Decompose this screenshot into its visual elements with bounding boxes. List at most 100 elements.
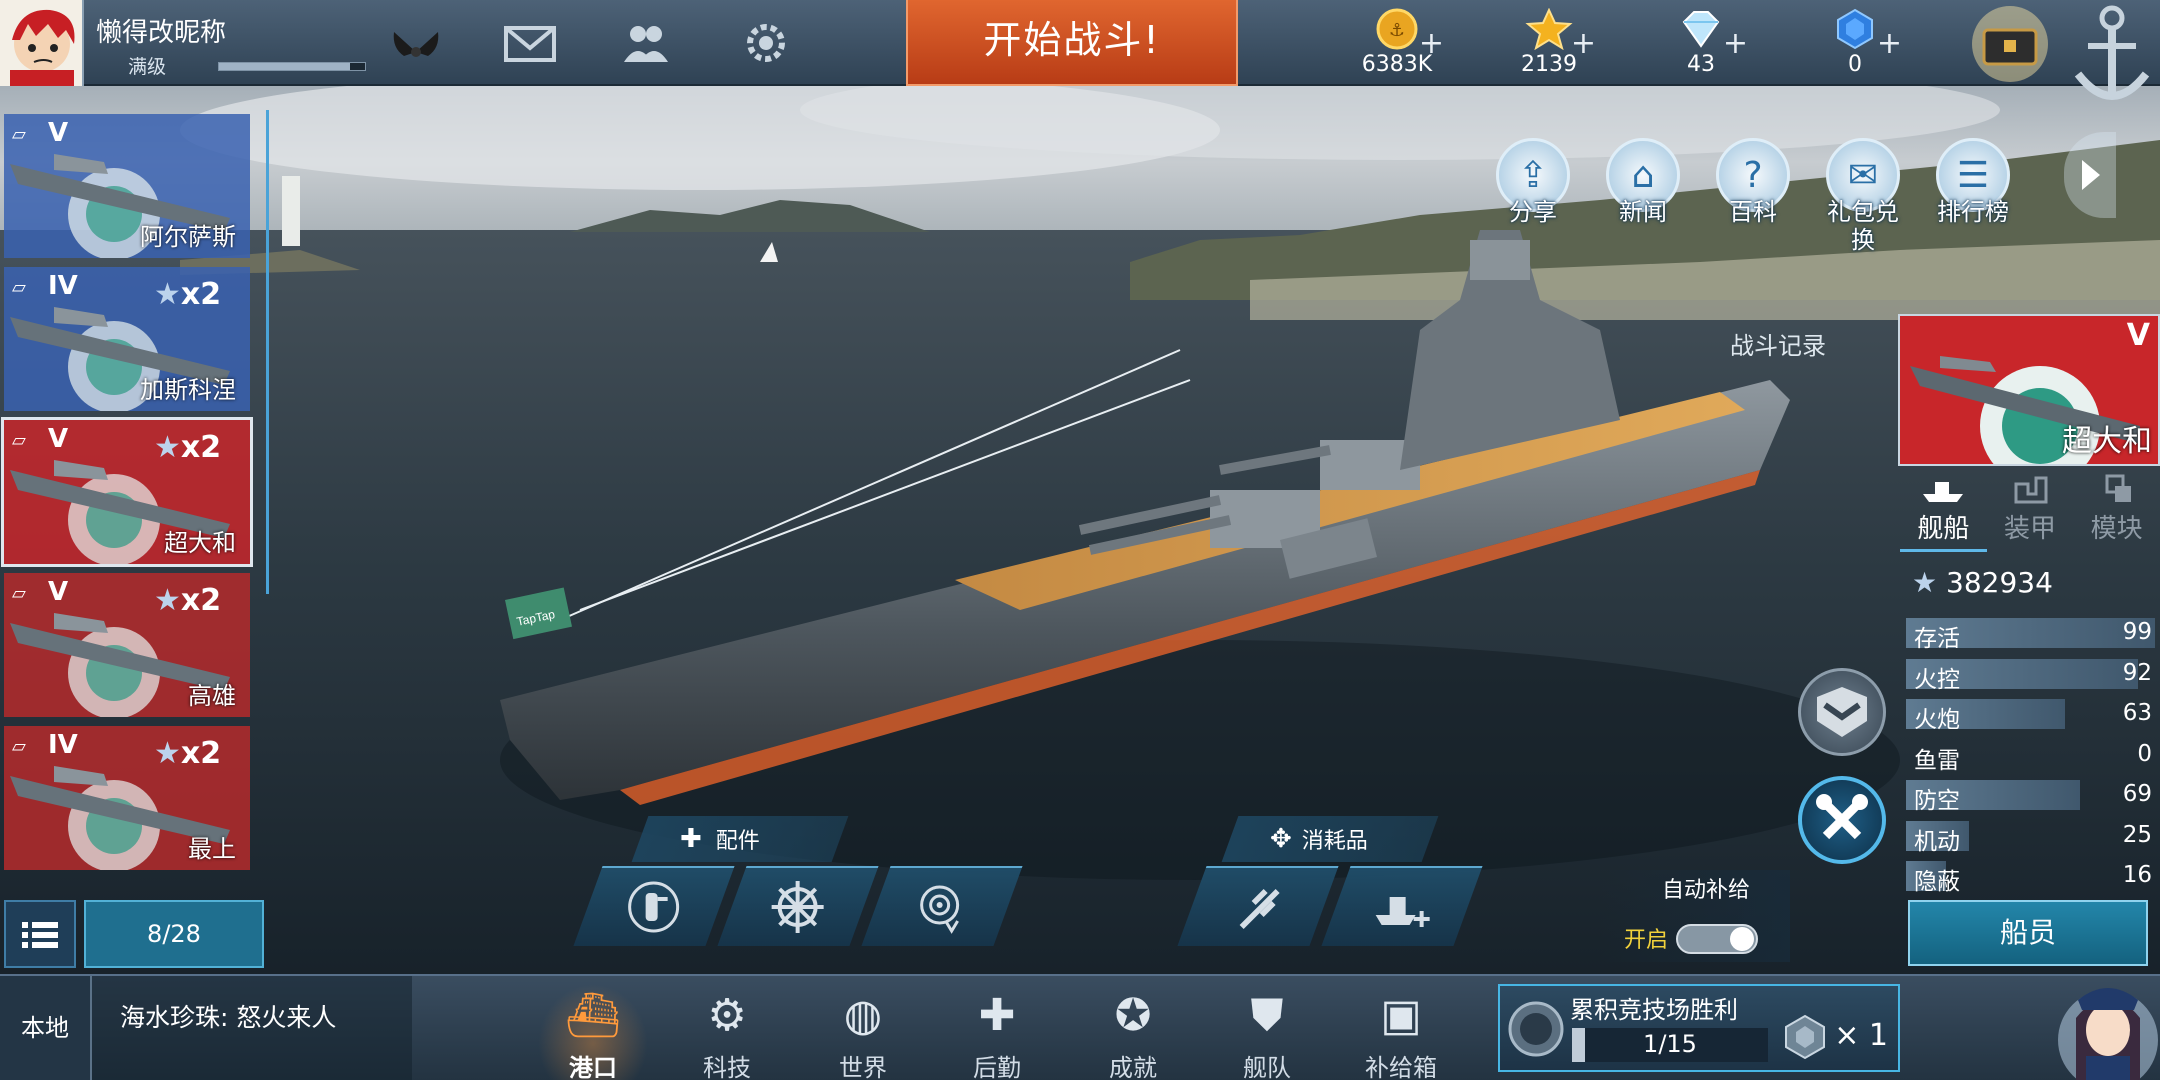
settings-gear-icon[interactable] bbox=[736, 18, 796, 68]
part-slot-3[interactable] bbox=[861, 866, 1023, 946]
top-bar: 懒得改昵称 满级 开始战斗! ⚓ 6383K + 2139 + 43 + 0 + bbox=[0, 0, 2160, 100]
friends-icon[interactable] bbox=[616, 18, 676, 68]
toggle-knob bbox=[1730, 927, 1754, 951]
part-slot-2[interactable] bbox=[717, 866, 879, 946]
ship-card-name: 高雄 bbox=[188, 682, 236, 710]
player-avatar[interactable] bbox=[0, 0, 84, 86]
chevron-rank-icon bbox=[1817, 687, 1867, 737]
ship-card-tier: IV bbox=[48, 730, 78, 760]
add-gem-icon[interactable]: + bbox=[1877, 26, 1902, 61]
target-scope-icon bbox=[920, 885, 960, 934]
nav-supply-box[interactable]: ▣ 补给箱 bbox=[1346, 984, 1456, 1080]
stat-label: 存活 bbox=[1914, 626, 1960, 652]
nav-world[interactable]: ◍ 世界 bbox=[808, 984, 918, 1080]
ship-card-tier: IV bbox=[48, 271, 78, 301]
ship-wheel-icon bbox=[771, 881, 824, 933]
add-star-icon[interactable]: + bbox=[1571, 26, 1596, 61]
ship-card-stars: ★x2 bbox=[154, 430, 222, 465]
auto-supply-toggle[interactable] bbox=[1676, 924, 1758, 954]
quick-action-wiki[interactable]: ? 百科 bbox=[1712, 138, 1794, 226]
gem-resource[interactable]: 0 + bbox=[1800, 8, 1910, 84]
stat-row: 防空 69 bbox=[1906, 776, 2158, 817]
fleet-list-menu-button[interactable] bbox=[4, 900, 76, 968]
anchor-icon[interactable] bbox=[2064, 0, 2160, 110]
nav-label: 补给箱 bbox=[1365, 1054, 1437, 1080]
combat-power: ★ 382934 bbox=[1912, 566, 2053, 599]
fleet-ship-card[interactable]: ▱ V ★x2 高雄 bbox=[4, 573, 250, 717]
nav-logistics[interactable]: ✚ 后勤 bbox=[942, 984, 1052, 1080]
wrench-small-icon: ▱ bbox=[12, 583, 26, 604]
port-icon: ⛴ bbox=[565, 990, 621, 1041]
expand-arrow-button[interactable] bbox=[2064, 132, 2116, 218]
tech-icon: ⚙ bbox=[707, 989, 747, 1041]
quick-action-ranking[interactable]: ☰ 排行榜 bbox=[1932, 138, 2014, 226]
diamond-resource[interactable]: 43 + bbox=[1646, 8, 1756, 84]
add-diamond-icon[interactable]: + bbox=[1723, 26, 1748, 61]
stat-row: 机动 25 bbox=[1906, 817, 2158, 858]
fleet-count[interactable]: 8/28 bbox=[84, 900, 264, 968]
upgrade-button[interactable] bbox=[1798, 668, 1886, 756]
wrench-small-icon: ▱ bbox=[12, 430, 26, 451]
ship-card-name: 加斯科涅 bbox=[140, 376, 236, 404]
rank-wings-icon[interactable] bbox=[386, 18, 446, 68]
ship-tier: V bbox=[2126, 318, 2150, 353]
nav-tech[interactable]: ⚙ 科技 bbox=[672, 984, 782, 1080]
add-gold-icon[interactable]: + bbox=[1419, 26, 1444, 61]
nav-achievement[interactable]: ✪ 成就 bbox=[1078, 984, 1188, 1080]
gold-coin-icon: ⚓ bbox=[1376, 8, 1418, 50]
nav-port[interactable]: ⛴ 港口 bbox=[538, 984, 648, 1080]
star-resource[interactable]: 2139 + bbox=[1494, 8, 1604, 84]
ship-card-stars: ★x2 bbox=[154, 277, 222, 312]
mission-orb-icon bbox=[1508, 1001, 1564, 1057]
selected-ship-portrait[interactable]: V 超大和 bbox=[1898, 314, 2160, 466]
stat-value: 63 bbox=[2122, 700, 2152, 726]
tab-ship[interactable]: 舰船 bbox=[1900, 468, 1987, 552]
fleet-ship-card[interactable]: ▱ V 阿尔萨斯 bbox=[4, 114, 250, 258]
nav-fleet[interactable]: ⛊ 舰队 bbox=[1212, 984, 1322, 1080]
battle-log-link[interactable]: 战斗记录 bbox=[1730, 326, 1826, 361]
mission-reward-count: × 1 bbox=[1834, 1018, 1888, 1053]
fleet-list: ▱ V 阿尔萨斯 ▱ IV ★x2 加斯科涅 ▱ V ★x2 超大和 ▱ V ★… bbox=[0, 114, 268, 884]
consumables-section-tag: ✥ 消耗品 bbox=[1221, 816, 1439, 862]
stat-label: 隐蔽 bbox=[1914, 869, 1960, 895]
quick-action-share[interactable]: ⇪ 分享 bbox=[1492, 138, 1574, 226]
start-battle-button[interactable]: 开始战斗! bbox=[906, 0, 1238, 86]
ship-card-tier: V bbox=[48, 118, 69, 148]
fleet-ship-card[interactable]: ▱ IV ★x2 加斯科涅 bbox=[4, 267, 250, 411]
ship-card-stars: ★x2 bbox=[154, 736, 222, 771]
fleet-ship-card[interactable]: ▱ V ★x2 超大和 bbox=[1, 417, 253, 567]
quick-action-news[interactable]: ⌂ 新闻 bbox=[1602, 138, 1684, 226]
xp-fill bbox=[219, 63, 351, 70]
stat-row: 火炮 63 bbox=[1906, 695, 2158, 736]
secretary-portrait[interactable] bbox=[2058, 970, 2158, 1080]
tab-module[interactable]: 模块 bbox=[2073, 468, 2160, 552]
stat-label: 鱼雷 bbox=[1914, 747, 1960, 774]
crew-button[interactable]: 船员 bbox=[1908, 900, 2148, 966]
ship-card-stars: ★x2 bbox=[154, 583, 222, 618]
power-star-icon: ★ bbox=[1912, 566, 1938, 599]
achievement-icon: ✪ bbox=[1114, 989, 1152, 1041]
mission-tracker[interactable]: 累积竞技场胜利 1/15 × 1 bbox=[1498, 984, 1900, 1072]
chat-channel-button[interactable]: 本地 bbox=[0, 976, 92, 1080]
consumable-slot-1[interactable] bbox=[1177, 866, 1339, 946]
gold-resource[interactable]: ⚓ 6383K + bbox=[1342, 8, 1452, 84]
nav-label: 港口 bbox=[569, 1054, 617, 1080]
stat-label: 机动 bbox=[1914, 828, 1960, 855]
quick-action-gift-exchange[interactable]: ✉ 礼包兑换 bbox=[1822, 138, 1904, 254]
consumable-slot-2[interactable] bbox=[1321, 866, 1483, 946]
logistics-icon: ✚ bbox=[978, 989, 1016, 1041]
stat-value: 99 bbox=[2122, 619, 2152, 645]
add-ship-icon bbox=[1375, 897, 1430, 927]
treasure-chest-icon[interactable] bbox=[1960, 4, 2060, 84]
parts-label: 配件 bbox=[715, 829, 760, 854]
quick-action-label: 排行榜 bbox=[1937, 198, 2009, 226]
repair-button[interactable] bbox=[1798, 776, 1886, 864]
tab-armor[interactable]: 装甲 bbox=[1987, 468, 2074, 552]
nav-label: 舰队 bbox=[1243, 1054, 1291, 1080]
diamond-icon bbox=[1682, 11, 1720, 48]
fleet-ship-card[interactable]: ▱ IV ★x2 最上 bbox=[4, 726, 250, 870]
plane-icon bbox=[1239, 889, 1280, 929]
wrench-small-icon: ▱ bbox=[12, 277, 26, 298]
part-slot-1[interactable] bbox=[573, 866, 735, 946]
mail-icon[interactable] bbox=[500, 18, 560, 68]
